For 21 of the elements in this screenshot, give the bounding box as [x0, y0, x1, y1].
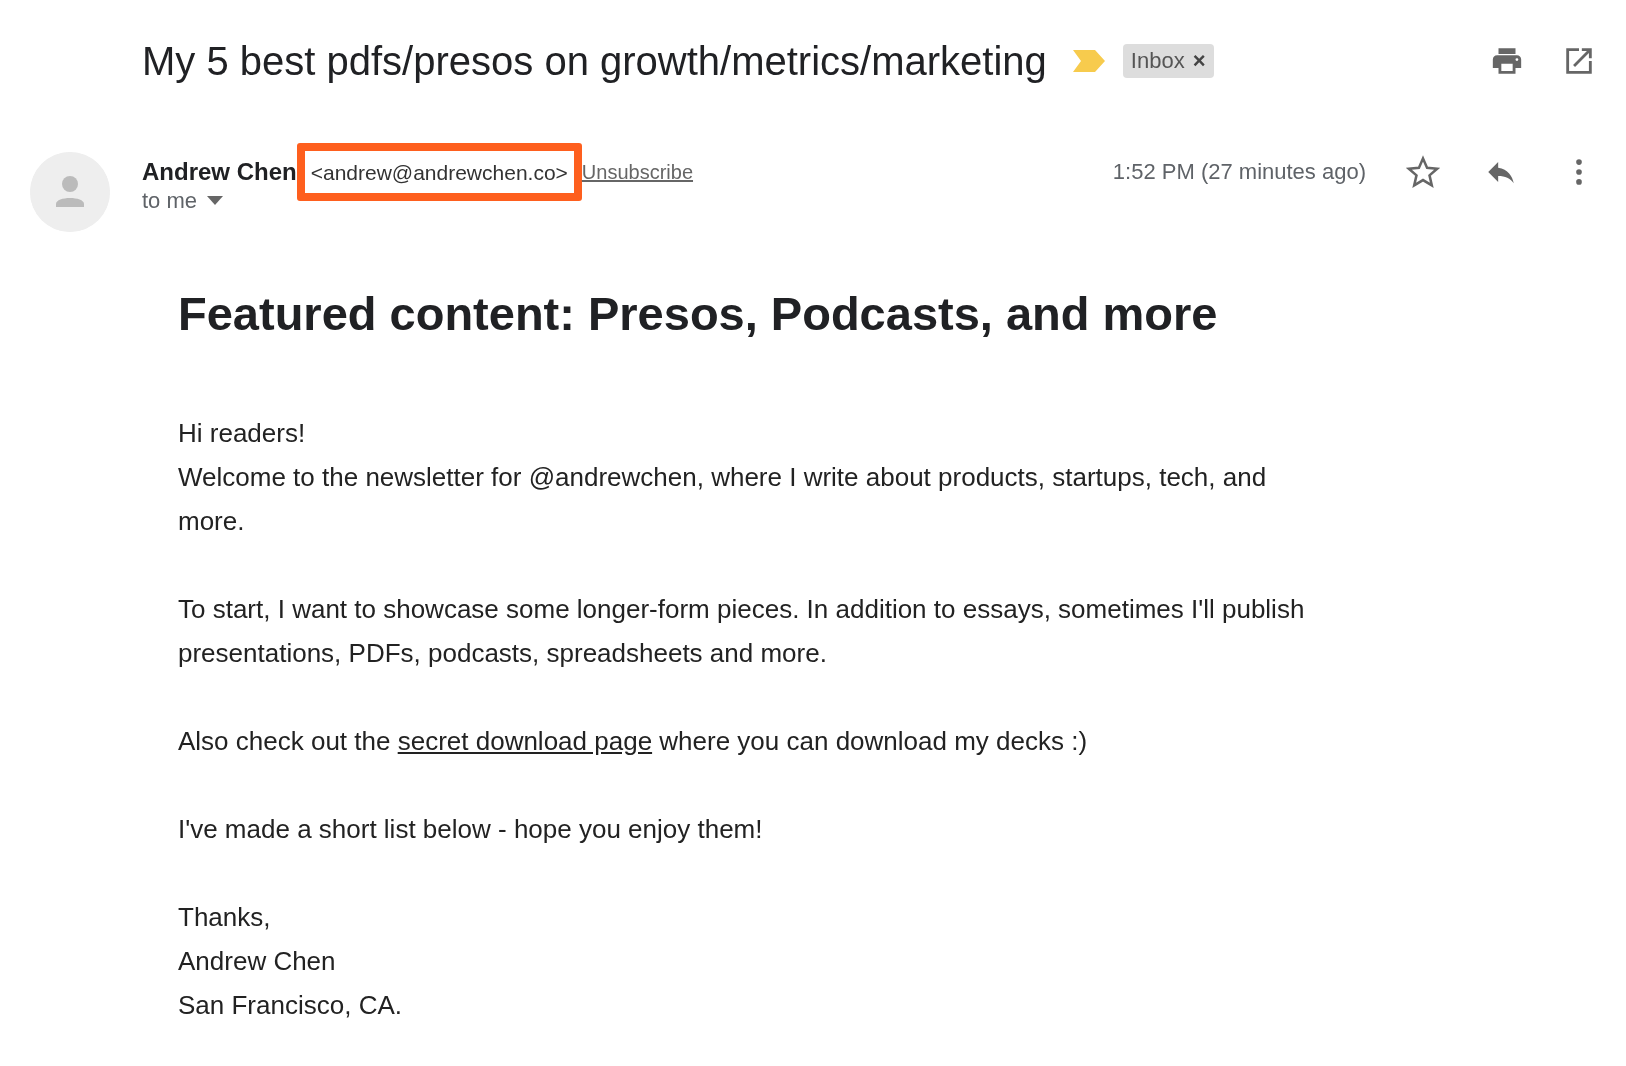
body-text: Andrew Chen — [178, 945, 337, 978]
body-text: Hi readers! — [178, 417, 307, 450]
recipient-text: to me — [142, 188, 198, 214]
importance-marker-icon[interactable] — [1072, 50, 1105, 72]
body-text: Also check out the secret download page where you can download my decks :) — [178, 725, 1089, 758]
body-text: San Francisco, CA. — [178, 989, 403, 1022]
body-text: Thanks, — [178, 901, 272, 934]
sender-name: Andrew Chen — [142, 158, 297, 186]
body-text: I've made a short list below - hope you enjoy them! — [178, 813, 764, 846]
body-text: Welcome to the newsletter for @andrewchen, where I write about products, startups, tech, and more. — [178, 461, 1268, 538]
timestamp: 1:52 PM (27 minutes ago) — [1112, 159, 1366, 185]
label-chip: Inbox × — [1122, 44, 1214, 78]
sender-email: <andrew@andrewchen.co> — [296, 143, 582, 201]
download-page-link[interactable]: secret download page — [397, 726, 653, 756]
newsletter-heading: Featured content: Presos, Podcasts, and more — [178, 286, 1219, 341]
remove-label-button[interactable]: × — [1192, 48, 1206, 74]
caret-icon[interactable] — [207, 196, 224, 206]
unsubscribe-link[interactable]: Unsubscribe — [581, 160, 693, 184]
star-icon[interactable] — [1406, 155, 1440, 189]
body-text: To start, I want to showcase some longer-form pieces. In addition to essays, sometimes I'll publish presentations, PDFs, podcasts, spreadsheets and more. — [178, 593, 1306, 670]
email-subject: My 5 best pdfs/presos on growth/metrics/marketing — [142, 38, 1047, 84]
